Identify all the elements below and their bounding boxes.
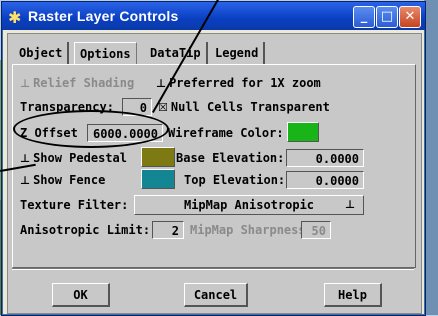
anisotropic-limit-label: Anisotropic Limit: <box>20 223 151 237</box>
null-cells-label: Null Cells Transparent <box>170 100 330 114</box>
pedestal-color-swatch[interactable] <box>141 147 175 167</box>
base-elevation-label: Base Elevation: <box>176 151 285 165</box>
tab-object[interactable]: Object <box>14 42 70 64</box>
show-fence-checkbox[interactable]: ⊥ Show Fence <box>20 173 105 187</box>
relief-shading-checkbox[interactable]: ⊥ Relief Shading <box>20 76 134 90</box>
mipmap-sharpness-field: 50 <box>301 221 331 239</box>
cancel-button[interactable]: Cancel <box>184 283 248 307</box>
anisotropic-limit-field[interactable]: 2 <box>152 221 184 239</box>
fence-color-swatch[interactable] <box>141 169 175 189</box>
checkbox-off-icon: ⊥ <box>20 174 31 187</box>
mipmap-sharpness-label: MipMap Sharpness: <box>190 223 313 237</box>
dialog-body: Object Options DataTip Legend ⊥ Relief Sh… <box>7 33 422 314</box>
wireframe-color-swatch[interactable] <box>287 122 319 142</box>
raster-layer-controls-window: ✱ Raster Layer Controls _ □ ✕ Object Opt… <box>1 1 426 316</box>
base-elevation-field[interactable]: 0.0000 <box>286 149 364 167</box>
preferred-1x-label: Preferred for 1X zoom <box>169 76 321 90</box>
top-elevation-field[interactable]: 0.0000 <box>286 171 364 189</box>
show-pedestal-checkbox[interactable]: ⊥ Show Pedestal <box>20 151 127 165</box>
top-elevation-label: Top Elevation: <box>184 173 286 187</box>
minimize-button[interactable]: _ <box>353 6 375 28</box>
tab-datatip[interactable]: DataTip <box>145 42 208 64</box>
close-button[interactable]: ✕ <box>399 6 421 28</box>
show-pedestal-label: Show Pedestal <box>33 151 127 165</box>
app-icon: ✱ <box>8 8 22 27</box>
null-cells-checkbox[interactable]: ☒ Null Cells Transparent <box>158 100 330 114</box>
help-button[interactable]: Help <box>324 283 382 307</box>
tab-legend[interactable]: Legend <box>210 42 266 64</box>
highlight-ellipse <box>13 110 169 148</box>
preferred-1x-checkbox[interactable]: ⊥ Preferred for 1X zoom <box>156 76 321 90</box>
checkbox-off-icon: ⊥ <box>20 77 31 90</box>
texture-filter-label: Texture Filter: <box>20 198 129 212</box>
texture-filter-dropdown[interactable]: MipMap Anisotropic ⊥ <box>134 195 364 215</box>
ok-button[interactable]: OK <box>52 283 110 307</box>
relief-shading-label: Relief Shading <box>33 76 135 90</box>
separator <box>12 268 414 270</box>
window-title: Raster Layer Controls <box>28 8 179 24</box>
maximize-button[interactable]: □ <box>376 6 398 28</box>
desktop-background-right <box>424 0 438 315</box>
dropdown-icon: ⊥ <box>344 198 355 211</box>
tab-options[interactable]: Options <box>74 42 137 65</box>
show-fence-label: Show Fence <box>33 173 106 187</box>
checkbox-off-icon: ⊥ <box>20 152 31 165</box>
wireframe-color-label: Wireframe Color: <box>168 126 284 140</box>
texture-filter-value: MipMap Anisotropic <box>183 198 315 212</box>
